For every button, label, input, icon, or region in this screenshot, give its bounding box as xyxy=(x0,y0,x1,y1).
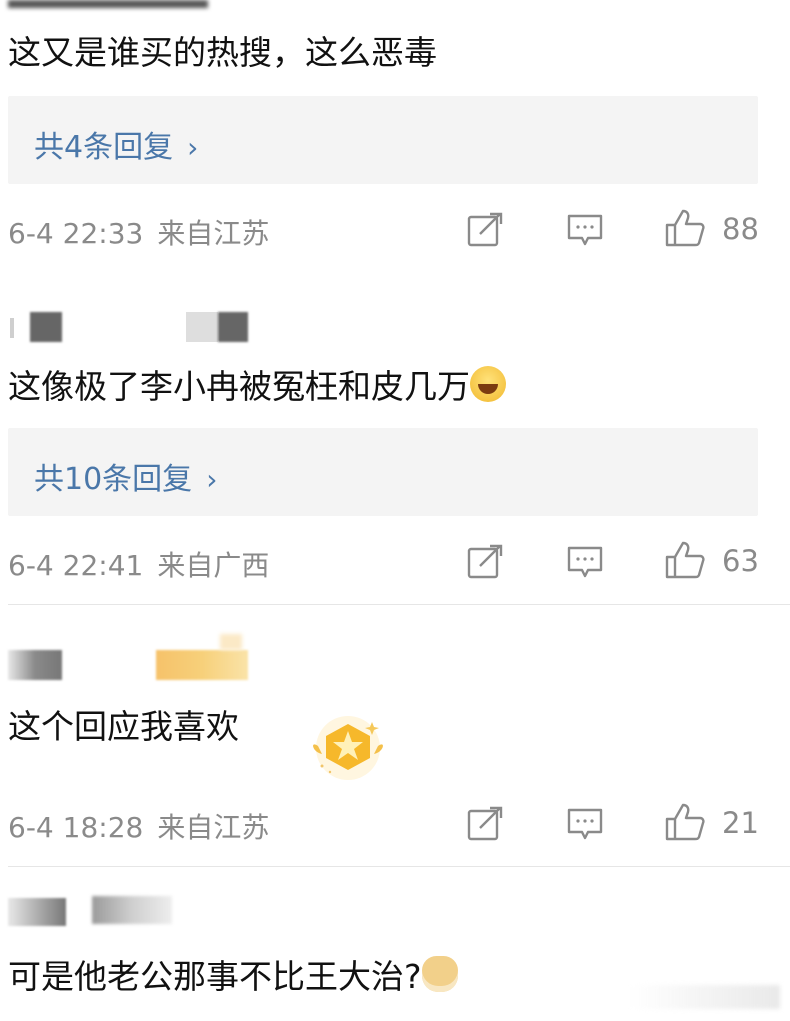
comment-date: 6-4 18:28 xyxy=(8,811,144,844)
comment-text: 这像极了李小冉被冤枉和皮几万 xyxy=(8,360,506,408)
avatar[interactable] xyxy=(10,318,14,338)
like-count: 63 xyxy=(722,544,759,578)
comment-location: 来自广西 xyxy=(157,549,270,582)
username-cropped xyxy=(8,0,208,8)
fan-badge-icon xyxy=(300,700,400,790)
view-replies-link[interactable]: 共4条回复 › xyxy=(34,122,198,166)
username-censored xyxy=(156,650,248,680)
username-censored[interactable] xyxy=(8,898,66,926)
comment-text: 可是他老公那事不比王大治? xyxy=(8,950,458,998)
doge-emoji xyxy=(421,956,458,992)
comment-icon[interactable] xyxy=(566,544,604,580)
watermark xyxy=(630,985,780,1009)
comment-location: 来自江苏 xyxy=(157,811,270,844)
comment-location: 来自江苏 xyxy=(157,217,270,250)
comment-date: 6-4 22:33 xyxy=(8,217,144,250)
like-count: 21 xyxy=(722,806,759,840)
like-icon[interactable] xyxy=(664,208,706,248)
like-count: 88 xyxy=(722,212,759,246)
like-icon[interactable] xyxy=(664,802,706,842)
comment-text: 这个回应我喜欢 xyxy=(8,707,239,746)
username-censored xyxy=(218,312,248,342)
chevron-right-icon: › xyxy=(187,131,199,164)
repost-icon[interactable] xyxy=(466,212,504,248)
comment-meta: 6-4 18:28 来自江苏 xyxy=(8,806,269,846)
comment-meta: 6-4 22:41 来自广西 xyxy=(8,544,269,584)
divider xyxy=(8,604,790,605)
username-censored xyxy=(186,312,218,342)
laugh-emoji xyxy=(470,366,506,402)
chevron-right-icon: › xyxy=(206,463,218,496)
replies-panel[interactable]: 共4条回复 › xyxy=(8,96,758,184)
repost-icon[interactable] xyxy=(466,544,504,580)
comment-date: 6-4 22:41 xyxy=(8,549,144,582)
decoration xyxy=(220,634,242,650)
comment-text: 这又是谁买的热搜，这么恶毒 xyxy=(8,33,437,72)
repost-icon[interactable] xyxy=(466,806,504,842)
divider xyxy=(8,866,790,867)
comment-icon[interactable] xyxy=(566,212,604,248)
comment-meta: 6-4 22:33 来自江苏 xyxy=(8,212,269,252)
view-replies-link[interactable]: 共10条回复 › xyxy=(34,454,217,498)
comment-icon[interactable] xyxy=(566,806,604,842)
replies-panel[interactable]: 共10条回复 › xyxy=(8,428,758,516)
username-censored[interactable] xyxy=(30,312,62,342)
username-censored xyxy=(92,896,172,924)
username-censored[interactable] xyxy=(8,650,62,680)
like-icon[interactable] xyxy=(664,540,706,580)
